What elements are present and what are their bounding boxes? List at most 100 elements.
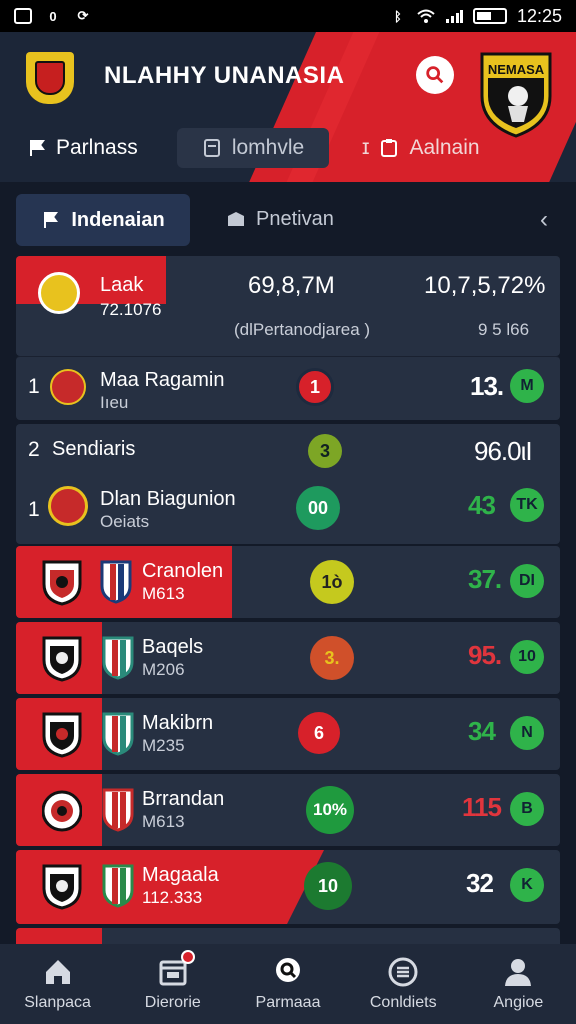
row-sub: M613 xyxy=(142,812,185,831)
row-badge: 10% xyxy=(306,786,354,834)
app-header: NLAHHY UNANASIA NEMASA Parlnass lomhvle … xyxy=(0,32,576,182)
summary-caption-right: 9 5 l66 xyxy=(478,320,530,339)
team-shield-icon xyxy=(102,788,134,832)
bottom-nav-conldiets[interactable]: Conldiets xyxy=(346,944,461,1024)
table-row[interactable]: Brrandan M613 10% 115 B xyxy=(16,774,560,846)
status-time: 12:25 xyxy=(516,5,562,26)
bottom-nav-dierorie[interactable]: Dierorie xyxy=(115,944,230,1024)
row-value: 37. xyxy=(468,564,502,594)
app-title: NLAHHY UNANASIA xyxy=(104,62,345,89)
table-row[interactable]: Magaala 112.333 10 32 K xyxy=(16,850,560,924)
row-mini-badge: B xyxy=(510,792,544,826)
row-name: Baqels xyxy=(142,636,204,658)
row-value: 115 xyxy=(462,792,502,822)
row-mini-badge: M xyxy=(510,369,544,403)
image-icon xyxy=(14,8,32,24)
row-mini-badge: DI xyxy=(510,564,544,598)
table-row[interactable]: Cranolen M613 1ò 37. DI xyxy=(16,546,560,618)
tab-pnetivan[interactable]: Pnetivan xyxy=(226,208,334,231)
document-icon xyxy=(203,139,220,157)
search-button[interactable] xyxy=(416,56,454,94)
team-shield-icon xyxy=(102,636,134,680)
row-badge: 6 xyxy=(298,712,340,754)
search-icon xyxy=(276,958,300,982)
team-crest-icon xyxy=(42,560,82,606)
row-sub: M613 xyxy=(142,584,185,603)
team-emblem-icon xyxy=(50,369,86,405)
status-bar: 0 ⟳ ᛒ 12:25 xyxy=(0,0,576,32)
row-name: Dlan Biagunion xyxy=(100,488,236,510)
summary-card[interactable]: Laak 72.1076 69,8,7M 10,7,5,72% (dlPerta… xyxy=(16,256,560,356)
row-name: Brrandan xyxy=(142,788,225,810)
row-sub: 112.333 xyxy=(142,888,203,907)
team-crest-icon xyxy=(42,790,82,832)
row-badge: 1ò xyxy=(310,560,354,604)
bottom-nav-label: Parmaaa xyxy=(255,994,321,1011)
crest-label: NEMASA xyxy=(487,62,545,77)
nav-item-label: Aalnain xyxy=(409,136,480,159)
chevron-left-icon[interactable]: ‹ xyxy=(540,206,548,234)
tab-label: Indenaian xyxy=(71,208,165,231)
row-value: 13. xyxy=(470,371,504,401)
team-emblem-icon xyxy=(48,486,88,526)
row-badge: 1 xyxy=(296,368,334,406)
nav-prefix: ɪ xyxy=(362,136,370,159)
row-mini-badge: TK xyxy=(510,488,544,522)
table-row[interactable]: Makibrn M235 6 34 N xyxy=(16,698,560,770)
row-name: Cranolen xyxy=(142,560,224,582)
row-name: Magaala xyxy=(142,864,219,886)
row-rank: 1 xyxy=(28,375,40,398)
row-mini-badge: 10 xyxy=(510,640,544,674)
bottom-nav-label: Dierorie xyxy=(144,994,201,1011)
clipboard-icon xyxy=(381,139,398,157)
nav-item-label: Parlnass xyxy=(56,136,138,159)
nav-item-aalnain[interactable]: ɪ Aalnain xyxy=(362,136,480,160)
table-row-group[interactable]: 2 Sendiaris 3 96.0ιI 1 Dlan Biagunion Oe… xyxy=(16,424,560,544)
row-badge: 3. xyxy=(310,636,354,680)
table-row[interactable]: Baqels M206 3. 95. 10 xyxy=(16,622,560,694)
row-sub: M235 xyxy=(142,736,185,755)
team-crest-icon xyxy=(42,636,82,682)
bottom-nav-label: Conldiets xyxy=(369,994,437,1011)
summary-percent: 10,7,5,72% xyxy=(424,272,546,299)
tag-icon xyxy=(228,211,244,226)
team-shield-icon xyxy=(102,864,134,908)
team-shield-icon xyxy=(102,712,134,756)
bluetooth-icon: ᛒ xyxy=(394,8,402,24)
nav-item-lomhvle[interactable]: lomhvle xyxy=(177,128,329,168)
row-rank: 2 xyxy=(28,438,40,461)
bottom-nav-slanpaca[interactable]: Slanpaca xyxy=(0,944,115,1024)
flag-icon xyxy=(30,140,45,156)
bottom-nav-parmaaa[interactable]: Parmaaa xyxy=(230,944,345,1024)
team-shield-icon xyxy=(100,560,132,604)
row-value: 95. xyxy=(468,640,502,670)
nav-item-parlnass[interactable]: Parlnass xyxy=(28,136,138,160)
row-badge: 10 xyxy=(304,862,352,910)
summary-name: Laak xyxy=(100,274,144,296)
row-name: Sendiaris xyxy=(52,438,136,460)
row-sub: Oeiats xyxy=(100,512,150,531)
row-value: 32 xyxy=(466,868,494,898)
team-crest-icon xyxy=(42,712,82,758)
wifi-icon xyxy=(417,8,435,24)
row-value: 43 xyxy=(468,490,496,520)
bottom-nav: Slanpaca Dierorie Parmaaa Conldiets Angi… xyxy=(0,944,576,1024)
row-mini-badge: K xyxy=(510,868,544,902)
home-icon xyxy=(45,960,70,984)
flag-icon xyxy=(44,212,59,228)
row-badge: 00 xyxy=(296,486,340,530)
list-icon xyxy=(388,957,418,987)
bottom-nav-angioe[interactable]: Angioe xyxy=(461,944,576,1024)
row-sub: M206 xyxy=(142,660,185,679)
tab-indenaian[interactable]: Indenaian xyxy=(16,194,190,246)
table-row[interactable]: 1 Maa Ragamin Iıeu 1 13. M xyxy=(16,356,560,420)
row-name: Makibrn xyxy=(142,712,214,734)
row-mini-badge: N xyxy=(510,716,544,750)
summary-caption: (dlPertanodjarea ) xyxy=(234,320,371,339)
club-logo[interactable] xyxy=(26,52,74,104)
team-emblem-icon xyxy=(38,272,80,314)
nav-item-label: lomhvle xyxy=(231,136,305,159)
bottom-nav-label: Slanpaca xyxy=(24,994,91,1011)
notification-dot xyxy=(181,950,196,964)
search-icon xyxy=(426,66,444,84)
